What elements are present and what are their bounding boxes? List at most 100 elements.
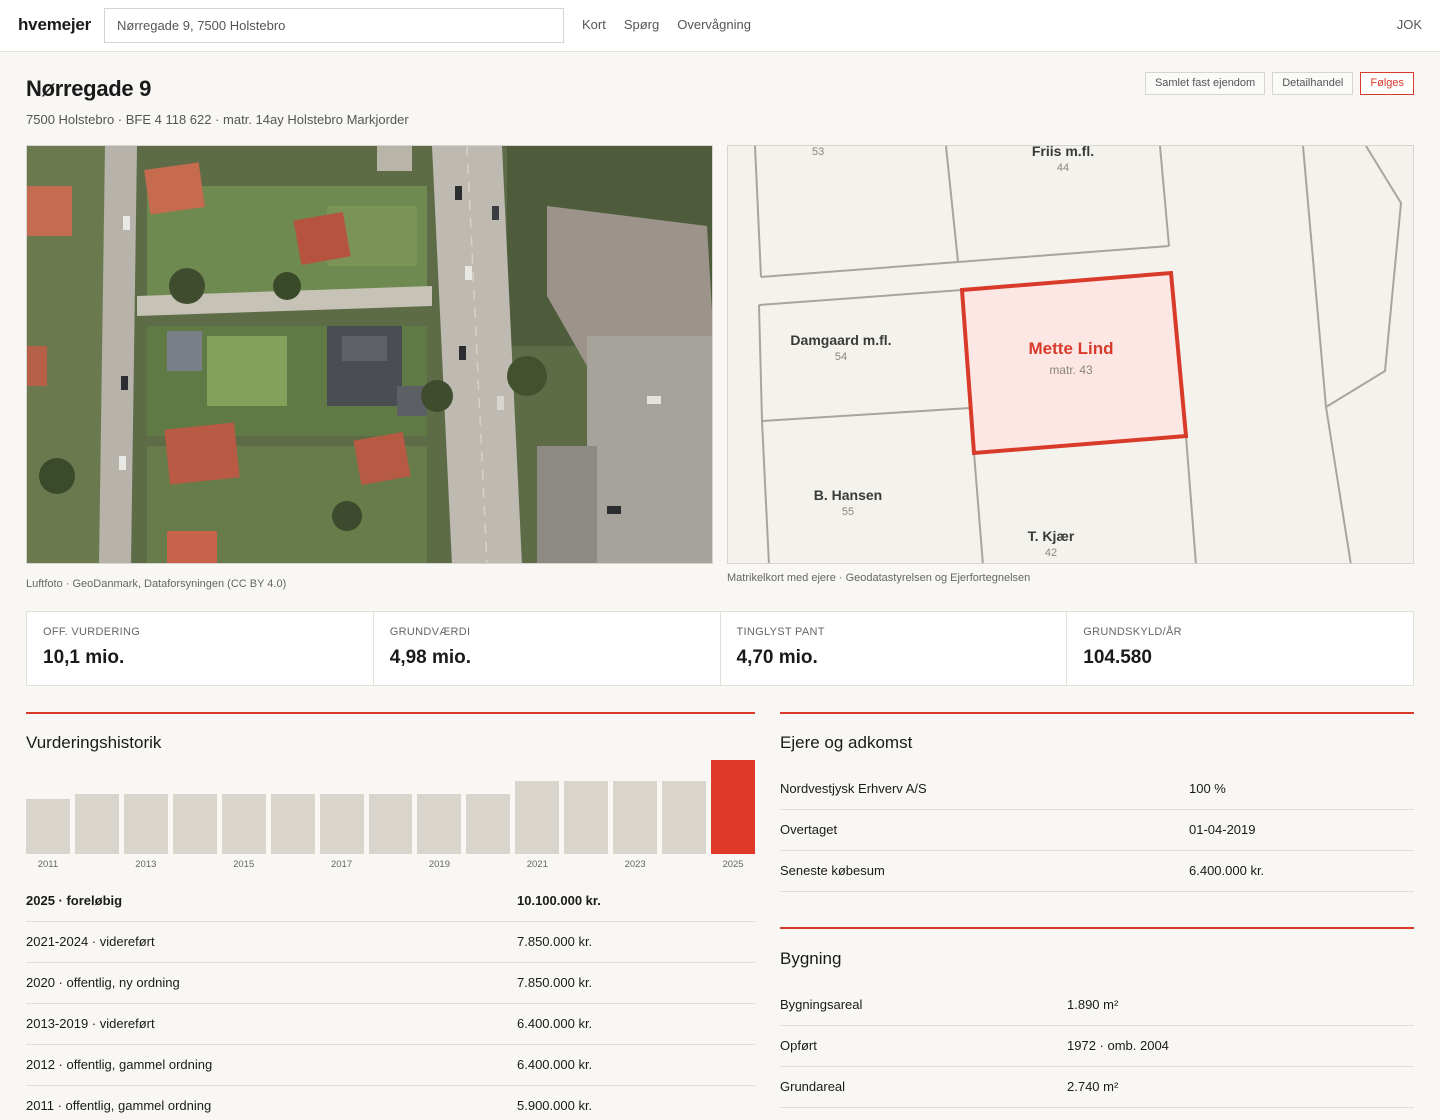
row-value: 6.400.000 kr.: [517, 1003, 755, 1045]
table-row: 2021-2024 · videreført 7.850.000 kr.: [26, 921, 755, 963]
row-value: 7.850.000 kr.: [517, 962, 755, 1004]
chart-bar-2023[interactable]: [613, 781, 658, 854]
chart-bar-2024[interactable]: [662, 781, 707, 854]
chart-bar-2011[interactable]: [26, 799, 70, 854]
row-label: Grundareal: [780, 1066, 1067, 1108]
owners-table: Nordvestjysk Erhverv A/S 100 % Overtaget 0…: [780, 768, 1414, 892]
nav-overvagning[interactable]: Overvågning: [677, 17, 751, 32]
row-label: Opført: [780, 1025, 1067, 1067]
stat-label: OFF. VURDERING: [43, 626, 141, 638]
chart-bar-2013[interactable]: [123, 794, 168, 854]
chart-tick-label: 2021: [526, 859, 548, 870]
row-value: 01-04-2019: [1189, 809, 1414, 851]
parcel-42-owner[interactable]: T. Kjær: [976, 528, 1126, 544]
section-divider: [780, 712, 1414, 714]
follow-button[interactable]: Følges: [1360, 72, 1414, 95]
row-label: 2020 · offentlig, ny ordning: [26, 962, 517, 1004]
chart-bar-2018[interactable]: [368, 794, 413, 854]
table-row: Nordvestjysk Erhverv A/S 100 %: [780, 768, 1414, 810]
row-value: 7.850.000 kr.: [517, 921, 755, 963]
parcel-43-number: matr. 43: [1049, 363, 1093, 377]
stat-value: 104.580: [1083, 647, 1152, 668]
chart-bar-2014[interactable]: [172, 794, 217, 854]
chart-bar-2012[interactable]: [74, 794, 119, 854]
row-value: 1.890 m²: [1067, 984, 1414, 1026]
table-row: 2012 · offentlig, gammel ordning 6.400.00…: [26, 1044, 755, 1086]
row-label: 2013-2019 · videreført: [26, 1003, 517, 1045]
stat-grundskyld: GRUNDSKYLD/ÅR 104.580: [1067, 612, 1413, 685]
chart-bar-2017[interactable]: [319, 794, 364, 854]
valuation-table: 2025 · foreløbig 10.100.000 kr. 2021-2024…: [26, 880, 755, 1120]
cadastral-map[interactable]: 53 Friis m.fl. 44 Damgaard m.fl. 54 Mett…: [727, 145, 1414, 564]
table-row: 2011 · offentlig, gammel ordning 5.900.00…: [26, 1085, 755, 1120]
photo-caption: Luftfoto · GeoDanmark, Dataforsyningen (…: [26, 578, 287, 590]
table-row: Bygningsareal 1.890 m²: [780, 984, 1414, 1026]
page-title: Nørregade 9: [26, 76, 152, 101]
owners-title: Ejere og adkomst: [780, 733, 913, 752]
parcel-44-owner[interactable]: Friis m.fl.: [988, 146, 1138, 159]
chart-bar-2020[interactable]: [466, 794, 511, 854]
key-figures: OFF. VURDERING 10,1 mio. GRUNDVÆRDI 4,98…: [26, 611, 1414, 686]
parcel-53-number: 53: [812, 146, 825, 158]
row-label: Seneste købesum: [780, 850, 1189, 892]
table-row: Overtaget 01-04-2019: [780, 809, 1414, 851]
chart-bar-2021[interactable]: [515, 781, 560, 854]
row-label: Bygningsareal: [780, 984, 1067, 1026]
building-title: Bygning: [780, 949, 842, 968]
parcel-55-owner[interactable]: B. Hansen: [773, 487, 923, 503]
aerial-photo-image: [27, 146, 712, 563]
row-value: 10.100.000 kr.: [517, 880, 755, 922]
stat-off-vurdering: OFF. VURDERING 10,1 mio.: [27, 612, 374, 685]
parcel-54-owner[interactable]: Damgaard m.fl.: [766, 332, 916, 348]
chart-bar-2019[interactable]: [417, 794, 462, 854]
table-row: 2025 · foreløbig 10.100.000 kr.: [26, 880, 755, 922]
row-value: 5.900.000 kr.: [517, 1085, 755, 1120]
page-subtitle: 7500 Holstebro · BFE 4 118 622 · matr. 1…: [26, 112, 409, 127]
stat-label: TINGLYST PANT: [736, 626, 825, 638]
section-divider: [780, 927, 1414, 929]
row-label: 2012 · offentlig, gammel ordning: [26, 1044, 517, 1086]
stat-tinglyst-pant: TINGLYST PANT 4,70 mio.: [721, 612, 1068, 685]
detailhandel-button[interactable]: Detailhandel: [1272, 72, 1354, 95]
chart-tick-label: 2023: [624, 859, 646, 870]
user-menu[interactable]: JOK: [1397, 17, 1422, 32]
row-label: 2011 · offentlig, gammel ordning: [26, 1085, 517, 1120]
top-bar: hvemejer Kort Spørg Overvågning JOK: [0, 0, 1440, 52]
parcel-55-number: 55: [841, 506, 855, 518]
chart-tick-label: 2017: [330, 859, 353, 870]
parcel-44-number: 44: [1056, 162, 1070, 174]
parcel-43-owner[interactable]: Mette Lind: [991, 339, 1151, 359]
chart-tick-label: 2015: [233, 859, 255, 870]
stat-grundvaerdi: GRUNDVÆRDI 4,98 mio.: [374, 612, 721, 685]
table-row: Seneste købesum 6.400.000 kr.: [780, 850, 1414, 892]
chart-bar-2016[interactable]: [270, 794, 315, 854]
chart-bar-2022[interactable]: [564, 781, 609, 854]
row-label: 2021-2024 · videreført: [26, 921, 517, 963]
logo[interactable]: hvemejer: [18, 15, 91, 35]
chart-tick-label: 2013: [135, 859, 157, 870]
chart-bar-2015[interactable]: [221, 794, 266, 854]
parcel-54-number: 54: [834, 351, 848, 363]
history-title: Vurderingshistorik: [26, 733, 162, 752]
nav-kort[interactable]: Kort: [582, 17, 606, 32]
chart-tick-label: 2019: [428, 859, 450, 870]
row-value: 6.400.000 kr.: [517, 1044, 755, 1086]
header-actions: Samlet fast ejendom Detailhandel Følges: [1144, 72, 1414, 95]
samlet-fast-ejendom-button[interactable]: Samlet fast ejendom: [1144, 72, 1266, 95]
chart-bar-2025[interactable]: [711, 760, 755, 854]
row-label[interactable]: Nordvestjysk Erhverv A/S: [780, 768, 1189, 810]
valuation-chart: 2011 2013 2015 2017 2019 2021 2023 2025: [26, 760, 755, 872]
search-input[interactable]: [104, 8, 564, 43]
table-row: Grundareal 2.740 m²: [780, 1066, 1414, 1108]
chart-tick-label: 2025: [722, 859, 744, 870]
stat-value: 4,98 mio.: [389, 647, 472, 668]
building-table: Bygningsareal 1.890 m² Opført 1972 · omb. …: [780, 984, 1414, 1108]
stat-value: 4,70 mio.: [736, 647, 818, 668]
table-row: 2013-2019 · videreført 6.400.000 kr.: [26, 1003, 755, 1045]
map-caption: Matrikelkort med ejere · Geodatastyrelse…: [727, 572, 1031, 584]
aerial-photo: [26, 145, 713, 564]
stat-label: GRUNDVÆRDI: [389, 626, 471, 638]
nav-sporg[interactable]: Spørg: [624, 17, 659, 32]
stat-label: GRUNDSKYLD/ÅR: [1083, 626, 1182, 638]
table-row: 2020 · offentlig, ny ordning 7.850.000 kr…: [26, 962, 755, 1004]
